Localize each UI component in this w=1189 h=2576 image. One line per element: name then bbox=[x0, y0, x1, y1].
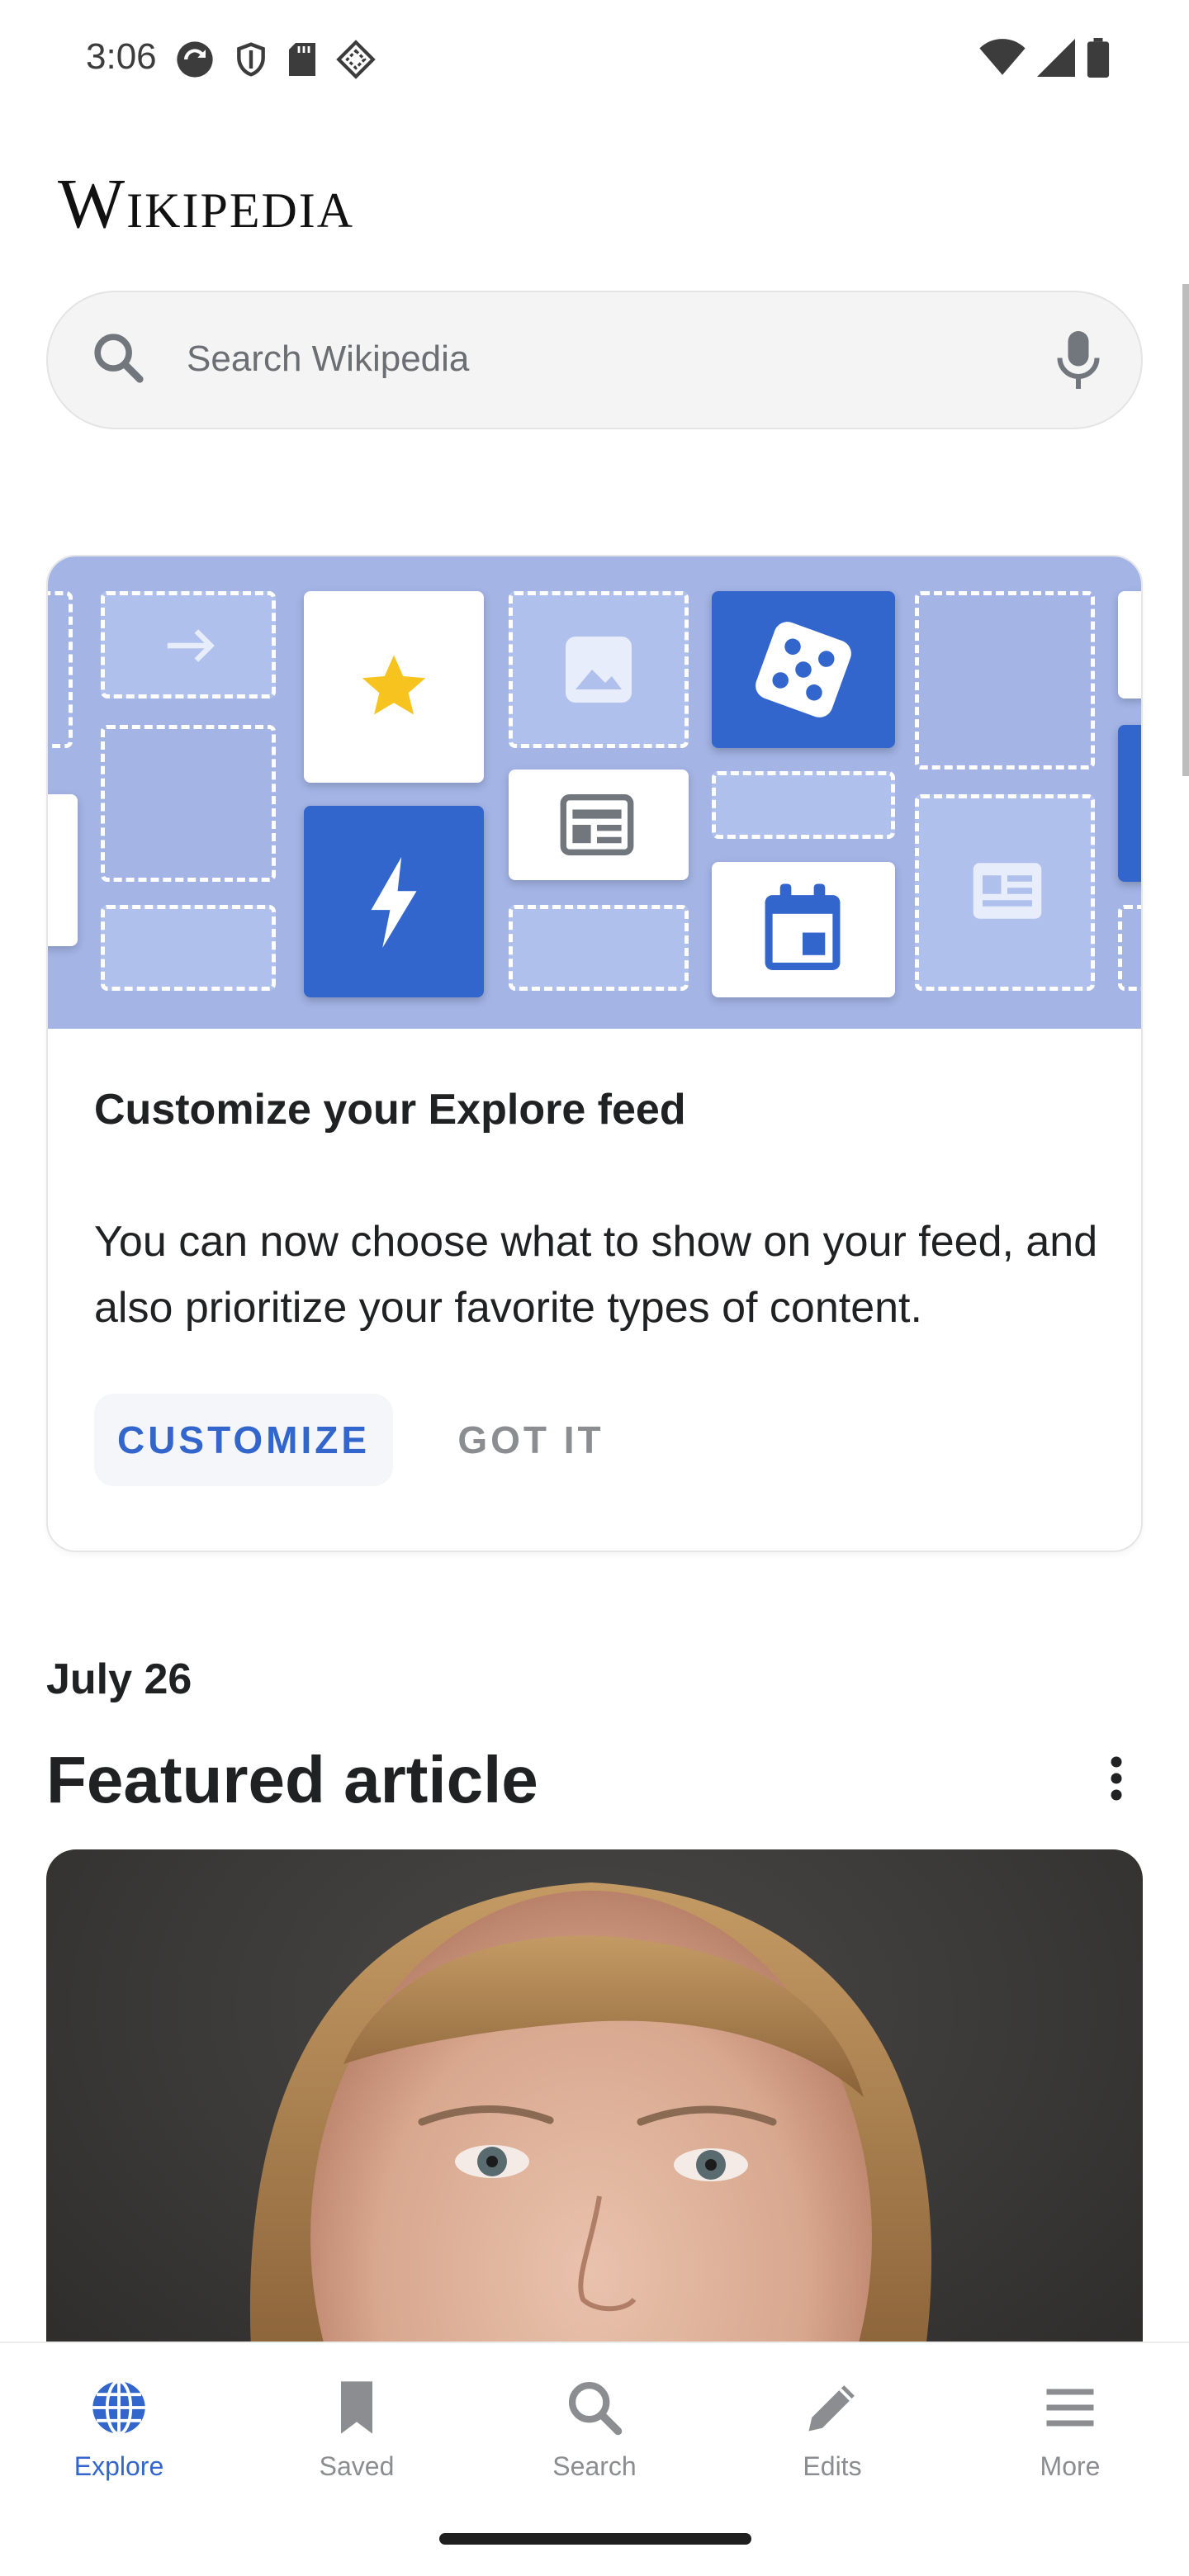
wikipedia-wordmark: Wikipedia bbox=[58, 163, 355, 243]
home-indicator[interactable] bbox=[439, 2533, 751, 2545]
calendar-icon bbox=[765, 883, 841, 970]
search-bar[interactable]: Search Wikipedia bbox=[46, 291, 1143, 429]
nav-label-edits: Edits bbox=[803, 2451, 862, 2481]
featured-article-image[interactable] bbox=[46, 1849, 1143, 2378]
microphone-icon[interactable] bbox=[1054, 327, 1103, 393]
pencil-icon bbox=[808, 2385, 855, 2432]
shield-icon bbox=[237, 42, 265, 77]
customize-illustration bbox=[48, 556, 1141, 1029]
nav-more[interactable]: More bbox=[951, 2376, 1189, 2482]
nav-explore[interactable]: Explore bbox=[0, 2376, 238, 2482]
customize-feed-card: Customize your Explore feed You can now … bbox=[46, 555, 1143, 1552]
status-time: 3:06 bbox=[86, 36, 157, 77]
lightning-icon bbox=[371, 857, 417, 948]
nav-label-explore: Explore bbox=[73, 2451, 164, 2481]
search-icon bbox=[94, 334, 144, 383]
wifi-icon bbox=[979, 39, 1026, 75]
status-icons-left bbox=[173, 38, 377, 81]
nav-label-search: Search bbox=[552, 2451, 637, 2481]
overflow-menu-icon[interactable] bbox=[1108, 1752, 1125, 1805]
portrait-photo bbox=[249, 1882, 932, 2378]
customize-button[interactable]: CUSTOMIZE bbox=[94, 1394, 393, 1486]
nav-saved[interactable]: Saved bbox=[238, 2376, 476, 2482]
bookmark-icon bbox=[341, 2381, 372, 2434]
cellular-signal-icon bbox=[1037, 39, 1075, 77]
nav-search[interactable]: Search bbox=[476, 2376, 713, 2482]
dice-icon bbox=[756, 622, 851, 717]
search-icon bbox=[568, 2381, 623, 2436]
got-it-button[interactable]: GOT IT bbox=[436, 1394, 626, 1486]
article-card-icon bbox=[973, 863, 1042, 919]
menu-icon bbox=[1046, 2389, 1094, 2427]
nav-label-more: More bbox=[1040, 2451, 1101, 2481]
sync-icon bbox=[177, 41, 213, 78]
status-icons-right bbox=[979, 38, 1110, 78]
card-body: You can now choose what to show on your … bbox=[94, 1218, 1098, 1332]
newspaper-icon bbox=[560, 794, 634, 855]
star-icon bbox=[362, 655, 426, 715]
sd-card-icon bbox=[289, 43, 315, 76]
search-placeholder: Search Wikipedia bbox=[187, 339, 470, 379]
battery-icon bbox=[1087, 38, 1110, 78]
feed-date: July 26 bbox=[46, 1655, 192, 1703]
nav-edits[interactable]: Edits bbox=[713, 2376, 951, 2482]
image-icon bbox=[566, 637, 632, 703]
scroll-indicator bbox=[1182, 284, 1189, 776]
section-title: Featured article bbox=[46, 1743, 538, 1816]
globe-icon bbox=[92, 2379, 145, 2436]
arrow-right-icon bbox=[167, 629, 215, 662]
nfc-diamond-icon bbox=[336, 40, 376, 79]
nav-label-saved: Saved bbox=[319, 2451, 395, 2481]
card-title: Customize your Explore feed bbox=[94, 1086, 686, 1134]
